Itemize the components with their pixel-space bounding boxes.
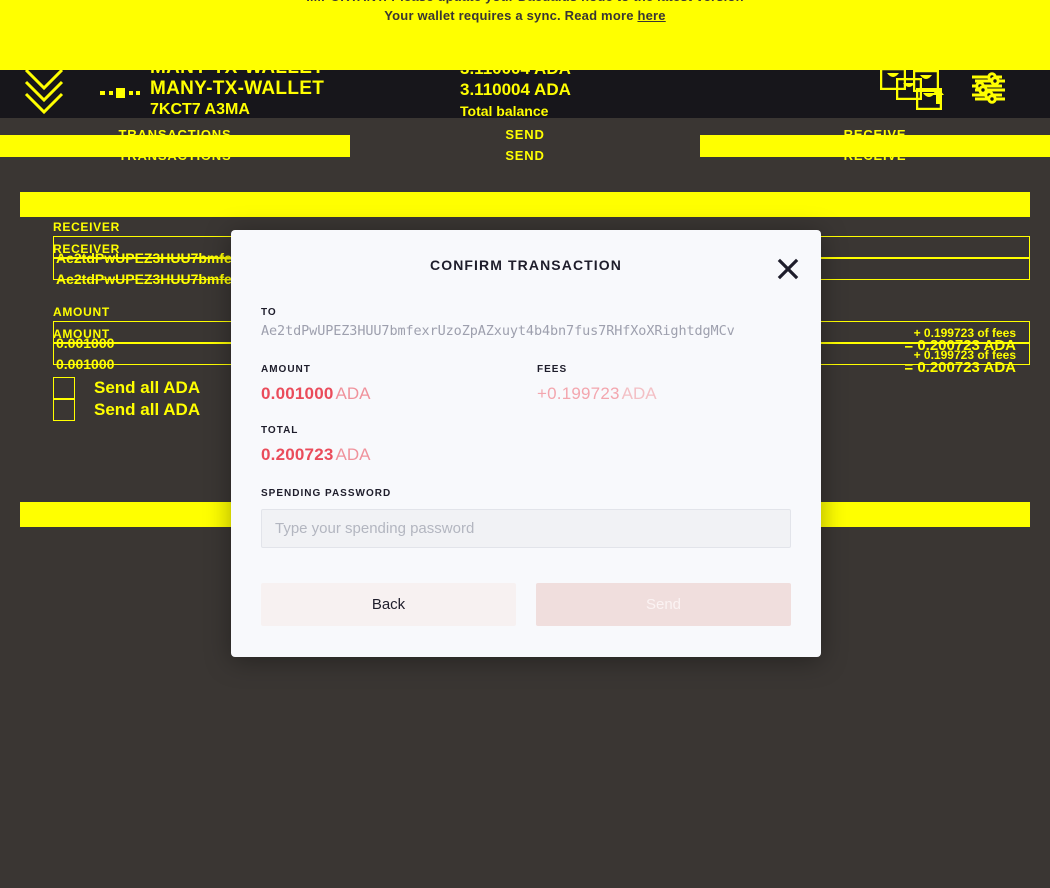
confirm-transaction-dialog: CONFIRM TRANSACTION TO Ae2tdPwUPEZ3HUU7b… — [231, 230, 821, 657]
spending-password-input[interactable] — [261, 509, 791, 548]
fees-value: +0.199723 ADA — [537, 384, 657, 404]
total-number: 0.200723 — [261, 445, 334, 464]
total-currency: ADA — [335, 445, 371, 464]
back-button[interactable]: Back — [261, 583, 516, 626]
amount-number: 0.001000 — [261, 384, 334, 403]
fees-number: +0.199723 — [537, 384, 620, 403]
close-icon[interactable] — [775, 256, 801, 282]
amount-value: 0.001000 ADA — [261, 384, 370, 404]
fees-label: FEES — [537, 364, 568, 375]
spending-password-label: SPENDING PASSWORD — [261, 488, 392, 499]
total-label: TOTAL — [261, 425, 299, 436]
fees-currency: ADA — [621, 384, 657, 403]
dialog-title: CONFIRM TRANSACTION — [430, 257, 622, 273]
modal-overlay: CONFIRM TRANSACTION TO Ae2tdPwUPEZ3HUU7b… — [0, 0, 1050, 888]
send-button[interactable]: Send — [536, 583, 791, 626]
total-value: 0.200723 ADA — [261, 445, 370, 465]
amount-label: AMOUNT — [261, 364, 311, 375]
to-address: Ae2tdPwUPEZ3HUU7bmfexrUzoZpAZxuyt4b4bn7f… — [261, 323, 735, 339]
to-label: TO — [261, 307, 277, 318]
amount-currency: ADA — [335, 384, 371, 403]
